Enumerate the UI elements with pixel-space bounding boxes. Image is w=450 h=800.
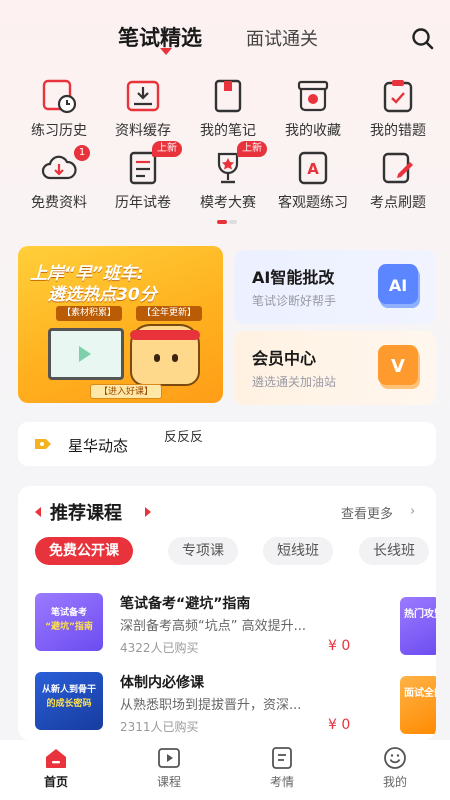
page-dot [229,220,237,224]
grid-label: 我的错题 [370,123,426,139]
next-course-peek[interactable]: 面试全能 [400,676,436,734]
grid-item-my-notes[interactable]: 我的笔记 [183,78,273,142]
grid-item-mock-contest[interactable]: 上新 模考大赛 [183,141,273,214]
top-header: 笔试精选 面试通关 [0,0,450,70]
course-item[interactable]: 从新人到骨干 的成长密码 体制内必修课 从熟悉职场到提拔晋升，资深... 231… [18,672,436,738]
tab-label: 首页 [43,775,68,789]
news-ticker[interactable]: 星华动态 反反反 [18,422,436,466]
ai-grading-card[interactable]: AI智能批改 笔试诊断好帮手 AI [234,250,436,324]
objective-a-icon: A [298,151,328,185]
next-course-peek[interactable]: 热门攻坚 [400,597,436,655]
bottom-tab-bar: 首页 课程 考情 我的 [0,740,450,800]
chip-short-term[interactable]: 短线班 [263,537,333,565]
course-title: 体制内必修课 [120,675,204,691]
tab-exam-info[interactable]: 考情 [226,740,338,800]
news-text: 反反反 [164,430,204,445]
home-icon [46,749,66,768]
edit-note-icon [382,152,413,184]
chip-special-course[interactable]: 专项课 [168,537,238,565]
svg-text:A: A [307,160,319,178]
tab-label: 课程 [156,775,181,789]
grid-item-free-materials[interactable]: 1 免费资料 [14,145,104,214]
grid-item-key-point-drill[interactable]: 考点刷题 [353,150,443,214]
member-center-card[interactable]: 会员中心 遴选通关加油站 V [234,331,436,405]
vip-badge-icon: V [378,345,420,389]
tab-profile[interactable]: 我的 [339,740,450,800]
new-badge: 上新 [152,141,182,157]
banner-title-line2: 遴选热点30分 [48,285,157,305]
vip-card-title: 会员中心 [252,349,317,368]
notebook-icon [214,79,242,113]
ai-card-subtitle: 笔试诊断好帮手 [252,294,337,308]
course-price: ¥ 0 [328,638,351,654]
favorite-box-icon [297,80,329,112]
tab-courses[interactable]: 课程 [113,740,225,800]
grid-item-my-favorites[interactable]: 我的收藏 [268,78,358,142]
ai-chip-icon: AI [378,264,420,308]
ai-card-title: AI智能批改 [252,268,335,287]
tab-label: 我的 [382,775,407,789]
course-item[interactable]: 笔试备考 “避坑”指南 笔试备考“避坑”指南 深剖备考高频“坑点” 高效提升..… [18,593,436,659]
active-tab-indicator [160,48,172,55]
chip-free-open-class[interactable]: 免费公开课 [35,537,133,565]
course-cover: 从新人到骨干 的成长密码 [35,672,103,730]
document-icon [272,747,292,769]
play-video-icon [158,748,180,768]
grid-item-objective-practice[interactable]: A 客观题练习 [268,150,358,214]
grid-item-past-papers[interactable]: 上新 历年试卷 [98,141,188,214]
new-badge: 上新 [237,141,267,157]
course-description: 从熟悉职场到提拔晋升，资深... [120,698,302,713]
title-decor-left [35,507,41,517]
page-dot-active [217,220,227,224]
mascot-illustration [130,324,200,386]
tab-interview[interactable]: 面试通关 [246,25,318,51]
banner-tag: 【全年更新】 [136,306,203,321]
chip-long-term[interactable]: 长线班 [359,537,429,565]
course-description: 深剖备考高频“坑点” 高效提升... [120,619,306,634]
history-clock-icon [42,79,77,114]
grid-label: 考点刷题 [370,195,426,211]
grid-item-material-cache[interactable]: 资料缓存 [98,78,188,142]
search-icon[interactable] [410,26,436,52]
speaker-icon [35,439,51,449]
tab-label: 考情 [269,775,294,789]
course-cover: 笔试备考 “避坑”指南 [35,593,103,651]
course-price: ¥ 0 [328,717,351,733]
news-title: 星华动态 [68,437,129,455]
profile-face-icon [384,747,406,769]
course-buyers: 2311人已购买 [120,720,199,734]
svg-text:V: V [391,356,405,377]
promo-banner[interactable]: 上岸“早”班车: 遴选热点30分 【素材积累】 【全年更新】 【进入好课】 [18,246,223,403]
video-screen-illustration [48,328,124,380]
tab-home[interactable]: 首页 [0,740,112,800]
grid-item-my-mistakes[interactable]: 我的错题 [353,78,443,142]
see-more-link[interactable]: 查看更多 [341,503,393,522]
section-title: 推荐课程 [50,503,122,524]
grid-page-indicator [217,220,237,224]
notification-badge: 1 [74,145,90,161]
chevron-right-icon: › [410,504,416,519]
cloud-download-icon [41,155,77,180]
course-title: 笔试备考“避坑”指南 [120,596,251,612]
mistake-clipboard-icon [383,80,413,113]
vip-card-subtitle: 遴选通关加油站 [252,375,337,389]
download-tray-icon [126,80,160,112]
banner-enter-button[interactable]: 【进入好课】 [90,384,163,399]
banner-tag: 【素材积累】 [56,306,123,321]
title-decor-right [145,507,151,517]
grid-item-practice-history[interactable]: 练习历史 [14,78,104,142]
recommended-courses: 推荐课程 查看更多 › 免费公开课 专项课 短线班 长线班 笔试备考 “避坑”指… [18,486,436,740]
svg-text:AI: AI [389,276,407,295]
course-buyers: 4322人已购买 [120,641,199,655]
